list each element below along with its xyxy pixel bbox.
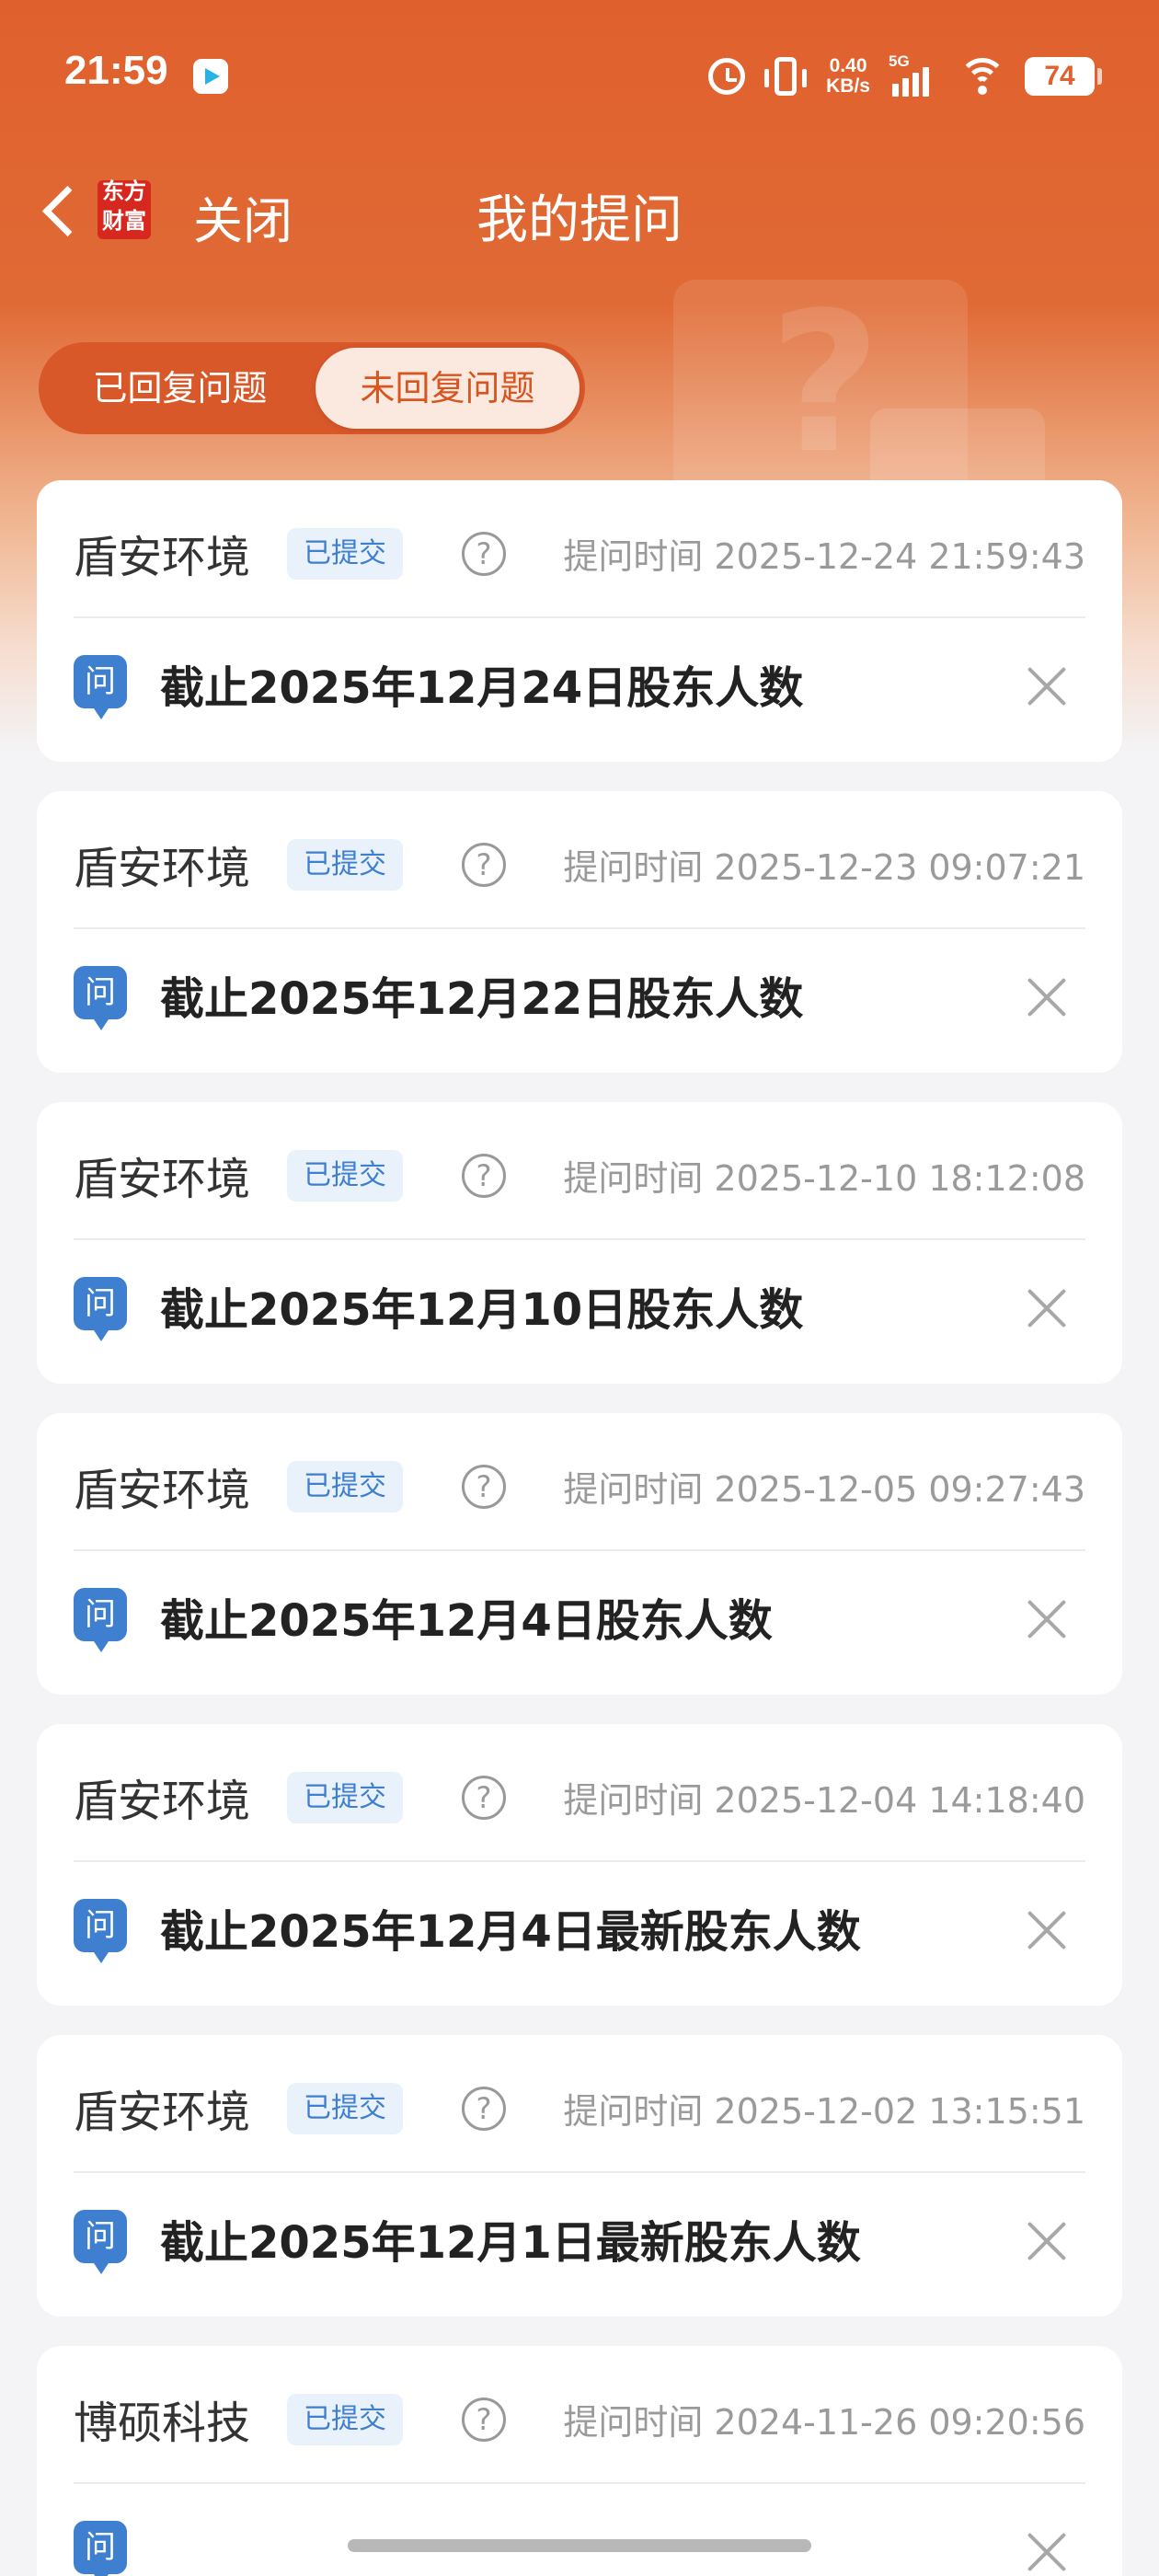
card-header: 盾安环境 已提交 ? 提问时间 2025-12-24 21:59:43 [74, 480, 1085, 618]
close-icon[interactable] [1025, 1597, 1069, 1641]
card-header: 盾安环境 已提交 ? 提问时间 2025-12-04 14:18:40 [74, 1724, 1085, 1862]
status-badge: 已提交 [287, 1150, 403, 1202]
company-name[interactable]: 盾安环境 [74, 521, 250, 585]
ask-time: 提问时间 2025-12-02 13:15:51 [563, 2091, 1085, 2132]
question-text[interactable]: 截止2025年12月22日股东人数 [160, 962, 803, 1027]
status-badge: 已提交 [287, 839, 403, 891]
card-header: 盾安环境 已提交 ? 提问时间 2025-12-05 09:27:43 [74, 1413, 1085, 1551]
company-name[interactable]: 盾安环境 [74, 1143, 250, 1207]
ask-time: 提问时间 2025-12-23 09:07:21 [563, 847, 1085, 888]
question-card[interactable]: 盾安环境 已提交 ? 提问时间 2025-12-05 09:27:43 问 截止… [37, 1413, 1122, 1695]
close-icon[interactable] [1025, 1908, 1069, 1952]
question-card[interactable]: 盾安环境 已提交 ? 提问时间 2025-12-10 18:12:08 问 截止… [37, 1102, 1122, 1384]
net-speed-value: 0.40 [829, 55, 867, 76]
close-icon[interactable] [1025, 2219, 1069, 2263]
close-icon[interactable] [1025, 664, 1069, 708]
card-header: 盾安环境 已提交 ? 提问时间 2025-12-10 18:12:08 [74, 1102, 1085, 1240]
company-name[interactable]: 盾安环境 [74, 832, 250, 896]
page-title: 我的提问 [476, 190, 683, 250]
close-icon[interactable] [1025, 1286, 1069, 1330]
card-header: 博硕科技 已提交 ? 提问时间 2024-11-26 09:20:56 [74, 2346, 1085, 2484]
company-name[interactable]: 盾安环境 [74, 1765, 250, 1829]
help-icon[interactable]: ? [462, 1776, 506, 1820]
ask-time: 提问时间 2024-11-26 09:20:56 [563, 2402, 1085, 2443]
card-header: 盾安环境 已提交 ? 提问时间 2025-12-23 09:07:21 [74, 791, 1085, 929]
battery-icon: 74 [1025, 57, 1102, 96]
ask-time: 提问时间 2025-12-04 14:18:40 [563, 1780, 1085, 1821]
question-card[interactable]: 盾安环境 已提交 ? 提问时间 2025-12-04 14:18:40 问 截止… [37, 1724, 1122, 2006]
tab-unreplied[interactable]: 未回复问题 [315, 348, 580, 429]
question-icon: 问 [74, 1588, 127, 1652]
status-badge: 已提交 [287, 1461, 403, 1512]
question-text[interactable]: 截止2025年12月4日最新股东人数 [160, 1895, 861, 1960]
wifi-icon [958, 56, 1006, 97]
question-icon: 问 [74, 966, 127, 1030]
help-icon[interactable]: ? [462, 1465, 506, 1509]
question-card[interactable]: 盾安环境 已提交 ? 提问时间 2025-12-02 13:15:51 问 截止… [37, 2035, 1122, 2317]
company-name[interactable]: 博硕科技 [74, 2386, 250, 2451]
status-badge: 已提交 [287, 528, 403, 580]
question-icon: 问 [74, 2521, 127, 2576]
navigation-bar: 东方 财富 关闭 我的提问 [0, 156, 1159, 267]
question-icon: 问 [74, 655, 127, 719]
question-text[interactable]: 截止2025年12月10日股东人数 [160, 1273, 803, 1338]
ask-time: 提问时间 2025-12-05 09:27:43 [563, 1469, 1085, 1510]
alarm-icon [708, 58, 746, 95]
question-list: 盾安环境 已提交 ? 提问时间 2025-12-24 21:59:43 问 截止… [37, 480, 1122, 2576]
ask-time: 提问时间 2025-12-24 21:59:43 [563, 536, 1085, 577]
play-app-icon [193, 59, 228, 94]
status-badge: 已提交 [287, 2394, 403, 2445]
status-badge: 已提交 [287, 1772, 403, 1823]
company-name[interactable]: 盾安环境 [74, 1454, 250, 1518]
question-card[interactable]: 盾安环境 已提交 ? 提问时间 2025-12-24 21:59:43 问 截止… [37, 480, 1122, 762]
decorative-question-icon: ? [769, 270, 881, 496]
question-text[interactable]: 截止2025年12月4日股东人数 [160, 1584, 773, 1649]
status-time: 21:59 [64, 48, 168, 93]
home-indicator[interactable] [348, 2539, 811, 2552]
question-text[interactable]: 截止2025年12月24日股东人数 [160, 651, 803, 716]
vibrate-icon [764, 57, 808, 96]
close-icon[interactable] [1025, 975, 1069, 1019]
question-text[interactable]: 截止2025年12月1日最新股东人数 [160, 2206, 861, 2271]
card-header: 盾安环境 已提交 ? 提问时间 2025-12-02 13:15:51 [74, 2035, 1085, 2173]
ask-time: 提问时间 2025-12-10 18:12:08 [563, 1158, 1085, 1199]
question-icon: 问 [74, 2210, 127, 2274]
signal-icon: 5G [889, 52, 940, 97]
status-bar: 21:59 0.40 KB/s 5G 74 [0, 0, 1159, 147]
question-icon: 问 [74, 1277, 127, 1341]
help-icon[interactable]: ? [462, 843, 506, 887]
question-icon: 问 [74, 1899, 127, 1963]
help-icon[interactable]: ? [462, 2087, 506, 2131]
help-icon[interactable]: ? [462, 532, 506, 576]
net-speed: 0.40 KB/s [826, 56, 870, 97]
status-icons: 0.40 KB/s 5G 74 [708, 52, 1102, 99]
net-speed-unit: KB/s [826, 75, 870, 97]
tab-replied[interactable]: 已回复问题 [44, 348, 316, 429]
company-name[interactable]: 盾安环境 [74, 2076, 250, 2140]
close-icon[interactable] [1025, 2530, 1069, 2574]
question-card[interactable]: 盾安环境 已提交 ? 提问时间 2025-12-23 09:07:21 问 截止… [37, 791, 1122, 1073]
status-badge: 已提交 [287, 2083, 403, 2134]
tab-switcher: 已回复问题 未回复问题 [39, 342, 585, 434]
help-icon[interactable]: ? [462, 2398, 506, 2442]
help-icon[interactable]: ? [462, 1154, 506, 1198]
